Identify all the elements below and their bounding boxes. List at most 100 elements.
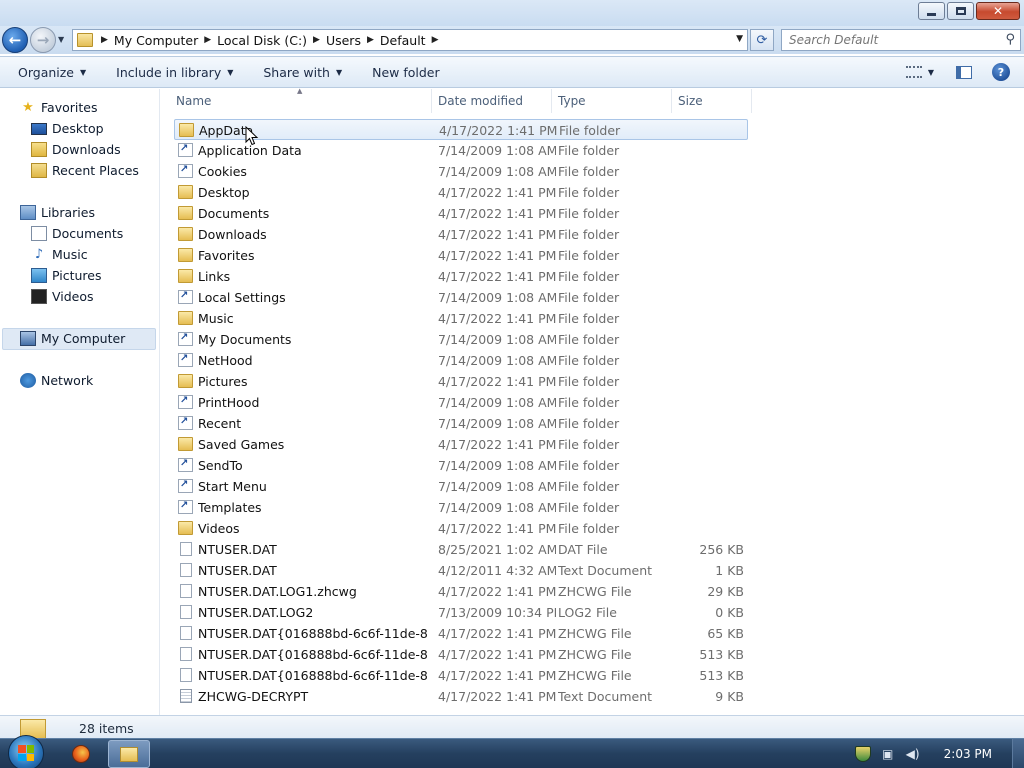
file-row[interactable]: NTUSER.DAT 8/25/2021 1:02 AM DAT File 256 K… [174,539,748,560]
nav-downloads[interactable]: Downloads [31,139,121,160]
file-size [674,245,744,266]
restore-button[interactable] [947,2,974,20]
file-type: File folder [559,123,621,138]
search-icon[interactable]: ⚲ [1005,32,1015,47]
breadcrumb-my-computer[interactable]: My Computer [110,33,202,48]
mouse-cursor-icon [245,126,259,146]
column-header-date[interactable]: Date modified [432,89,552,113]
folder-shortcut-icon [178,500,193,514]
folder-row[interactable]: My Documents 7/14/2009 1:08 AMFile folder [174,329,748,350]
file-date-modified: 7/14/2009 1:08 AM [438,479,556,494]
file-size [674,518,744,539]
file-row[interactable]: NTUSER.DAT{016888bd-6c6f-11de-8d1d-... 4/… [174,623,748,644]
file-name: Documents [198,206,270,221]
folder-row[interactable]: SendTo 7/14/2009 1:08 AMFile folder [174,455,748,476]
file-name: NTUSER.DAT [198,542,277,557]
folder-row[interactable]: PrintHood 7/14/2009 1:08 AMFile folder [174,392,748,413]
folder-row[interactable]: Templates 7/14/2009 1:08 AMFile folder [174,497,748,518]
file-row[interactable]: NTUSER.DAT.LOG2 7/13/2009 10:34 PM LOG2 Fi… [174,602,748,623]
folder-row[interactable]: Cookies 7/14/2009 1:08 AMFile folder [174,161,748,182]
preview-pane-icon[interactable] [956,65,972,79]
change-view-icon[interactable] [905,66,922,78]
show-desktop-button[interactable] [1012,739,1024,768]
file-name: Links [198,269,231,284]
organize-menu[interactable]: Organize ▼ [18,65,86,80]
file-type: File folder [558,353,620,368]
column-header-type[interactable]: Type [552,89,672,113]
folder-row[interactable]: Favorites 4/17/2022 1:41 PM File folder [174,245,748,266]
nav-favorites[interactable]: ★ Favorites [20,97,97,118]
downloads-folder-icon [31,142,47,157]
nav-my-computer[interactable]: My Computer [20,328,125,349]
file-date-modified: 4/17/2022 1:41 PM [439,123,557,138]
taskbar-firefox-button[interactable] [62,740,100,768]
network-tray-icon[interactable]: ▣ [880,746,896,762]
nav-documents[interactable]: Documents [31,223,123,244]
breadcrumb-users[interactable]: Users [322,33,365,48]
action-center-shield-icon[interactable] [854,746,871,762]
share-with-menu[interactable]: Share with ▼ [263,65,342,80]
folder-row[interactable]: Saved Games 4/17/2022 1:41 PM File folder [174,434,748,455]
breadcrumb-chevron-icon[interactable]: ▶ [430,35,441,45]
start-button[interactable] [8,735,44,768]
back-button[interactable]: ← [2,27,28,53]
forward-arrow-icon: → [36,31,50,49]
breadcrumb-chevron-icon[interactable]: ▶ [365,35,376,45]
include-in-library-menu[interactable]: Include in library ▼ [116,65,233,80]
folder-row[interactable]: Local Settings 7/14/2009 1:08 AMFile fold… [174,287,748,308]
search-box[interactable]: ⚲ [781,29,1021,51]
breadcrumb-chevron-icon[interactable]: ▶ [202,35,213,45]
forward-button[interactable]: → [30,27,56,53]
column-header-size[interactable]: Size [672,89,752,113]
music-note-icon: ♪ [34,247,44,262]
breadcrumb-chevron-icon[interactable]: ▶ [311,35,322,45]
file-size: 1 KB [715,563,744,578]
nav-recent-places[interactable]: Recent Places [31,160,139,181]
new-folder-button[interactable]: New folder [372,65,440,80]
new-folder-label: New folder [372,64,440,80]
folder-row[interactable]: Pictures 4/17/2022 1:41 PM File folder [174,371,748,392]
folder-row[interactable]: Documents 4/17/2022 1:41 PM File folder [174,203,748,224]
breadcrumb-local-disk[interactable]: Local Disk (C:) [213,33,311,48]
nav-libraries[interactable]: Libraries [20,202,95,223]
folder-row[interactable]: AppData 4/17/2022 1:41 PM File folder [174,119,748,140]
file-row[interactable]: ZHCWG-DECRYPT 4/17/2022 1:41 PM Text Docum… [174,686,748,707]
breadcrumb-chevron-icon[interactable]: ▶ [99,35,110,45]
folder-row[interactable]: Recent 7/14/2009 1:08 AMFile folder [174,413,748,434]
nav-desktop[interactable]: Desktop [31,118,104,139]
taskbar-clock[interactable]: 2:03 PM [944,747,992,761]
minimize-button[interactable] [918,2,945,20]
volume-icon[interactable]: ◀) [905,746,921,762]
nav-music[interactable]: ♪ Music [31,244,88,265]
folder-row[interactable]: NetHood 7/14/2009 1:08 AMFile folder [174,350,748,371]
folder-row[interactable]: Start Menu 7/14/2009 1:08 AMFile folder [174,476,748,497]
address-dropdown-icon[interactable]: ▼ [736,34,743,44]
file-name: Favorites [198,248,255,263]
taskbar-explorer-button[interactable] [108,740,150,768]
nav-videos[interactable]: Videos [31,286,94,307]
view-options-dropdown-icon[interactable]: ▼ [928,68,934,77]
file-size [674,350,744,371]
search-input[interactable] [782,33,992,47]
recent-pages-dropdown[interactable]: ▼ [58,35,64,44]
address-bar[interactable]: ▶ My Computer ▶ Local Disk (C:) ▶ Users … [72,29,748,51]
refresh-button[interactable]: ⟳ [750,29,774,51]
folder-row[interactable]: Application Data 7/14/2009 1:08 AMFile fo… [174,140,748,161]
breadcrumb-default[interactable]: Default [376,33,430,48]
close-button[interactable]: ✕ [976,2,1020,20]
folder-row[interactable]: Desktop 4/17/2022 1:41 PM File folder [174,182,748,203]
help-icon[interactable]: ? [992,63,1010,81]
folder-row[interactable]: Downloads 4/17/2022 1:41 PM File folder [174,224,748,245]
folder-row[interactable]: Links 4/17/2022 1:41 PM File folder [174,266,748,287]
file-type: File folder [558,143,620,158]
folder-icon [178,374,193,388]
file-type: File folder [558,311,620,326]
folder-row[interactable]: Music 4/17/2022 1:41 PM File folder [174,308,748,329]
file-row[interactable]: NTUSER.DAT{016888bd-6c6f-11de-8d1d-... 4/… [174,644,748,665]
nav-pictures[interactable]: Pictures [31,265,102,286]
folder-row[interactable]: Videos 4/17/2022 1:41 PM File folder [174,518,748,539]
file-row[interactable]: NTUSER.DAT{016888bd-6c6f-11de-8d1d-... 4/… [174,665,748,686]
file-row[interactable]: NTUSER.DAT.LOG1.zhcwg 4/17/2022 1:41 PM ZH… [174,581,748,602]
nav-network[interactable]: Network [20,370,93,391]
file-row[interactable]: NTUSER.DAT 4/12/2011 4:32 AM Text Document… [174,560,748,581]
